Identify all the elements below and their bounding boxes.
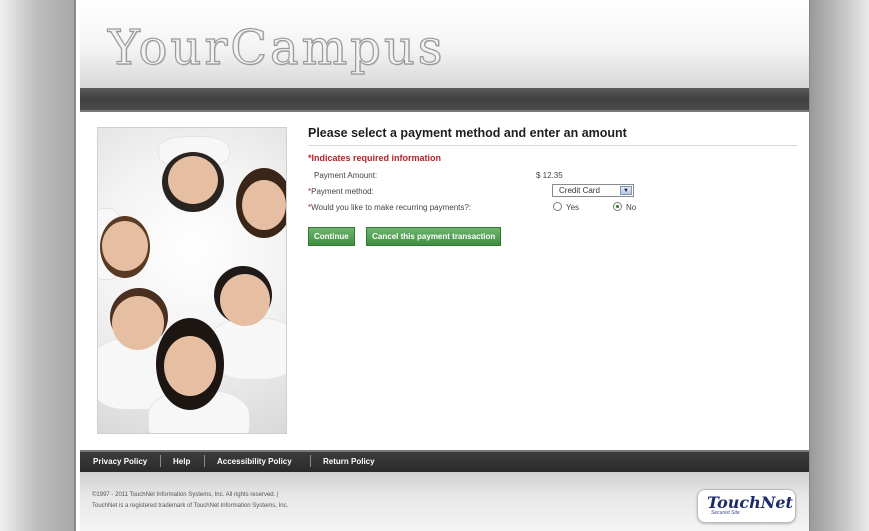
payment-method-select[interactable]: Credit Card ▼ bbox=[552, 184, 634, 197]
page-title: Please select a payment method and enter… bbox=[308, 126, 797, 146]
students-photo bbox=[97, 127, 287, 434]
recurring-payments-row: *Would you like to make recurring paymen… bbox=[308, 202, 637, 212]
recurring-no-label: No bbox=[626, 203, 637, 212]
help-link[interactable]: Help bbox=[173, 457, 190, 466]
site-footer: ©1997 - 2011 TouchNet Information System… bbox=[80, 472, 809, 531]
footer-divider bbox=[204, 455, 205, 467]
right-side-panel bbox=[808, 0, 869, 531]
payment-method-row: *Payment method: Credit Card ▼ bbox=[308, 184, 797, 200]
footer-divider bbox=[160, 455, 161, 467]
touchnet-logo: TouchNet Secured Site bbox=[697, 489, 796, 523]
payment-form: Please select a payment method and enter… bbox=[308, 126, 797, 246]
form-actions: Continue Cancel this payment transaction bbox=[308, 226, 797, 246]
campus-logo: YourCampus bbox=[107, 19, 446, 76]
copyright-text: ©1997 - 2011 TouchNet Information System… bbox=[92, 492, 289, 509]
recurring-yes-label: Yes bbox=[566, 203, 580, 212]
continue-button[interactable]: Continue bbox=[308, 227, 355, 246]
return-policy-link[interactable]: Return Policy bbox=[323, 457, 375, 466]
chevron-down-icon: ▼ bbox=[620, 186, 632, 195]
footer-divider bbox=[310, 455, 311, 467]
recurring-no-radio[interactable] bbox=[613, 202, 622, 211]
recurring-payments-label: Would you like to make recurring payment… bbox=[311, 203, 472, 212]
required-note: *Indicates required information bbox=[308, 153, 442, 163]
left-side-panel bbox=[0, 0, 76, 531]
privacy-policy-link[interactable]: Privacy Policy bbox=[93, 457, 147, 466]
site-header: YourCampus bbox=[80, 0, 809, 88]
footer-nav-bar: Privacy Policy Help Accessibility Policy… bbox=[80, 450, 809, 472]
top-nav-bar bbox=[80, 88, 809, 112]
payment-amount-row: Payment Amount: $ 12.35 bbox=[308, 168, 797, 184]
payment-amount-label: Payment Amount: bbox=[314, 171, 378, 180]
page-frame: YourCampus Please select a payment metho… bbox=[80, 0, 809, 531]
payment-method-label: Payment method: bbox=[311, 187, 374, 196]
accessibility-policy-link[interactable]: Accessibility Policy bbox=[217, 457, 292, 466]
recurring-yes-radio[interactable] bbox=[553, 202, 562, 211]
cancel-transaction-button[interactable]: Cancel this payment transaction bbox=[366, 227, 502, 246]
payment-amount-value: $ 12.35 bbox=[536, 171, 563, 180]
